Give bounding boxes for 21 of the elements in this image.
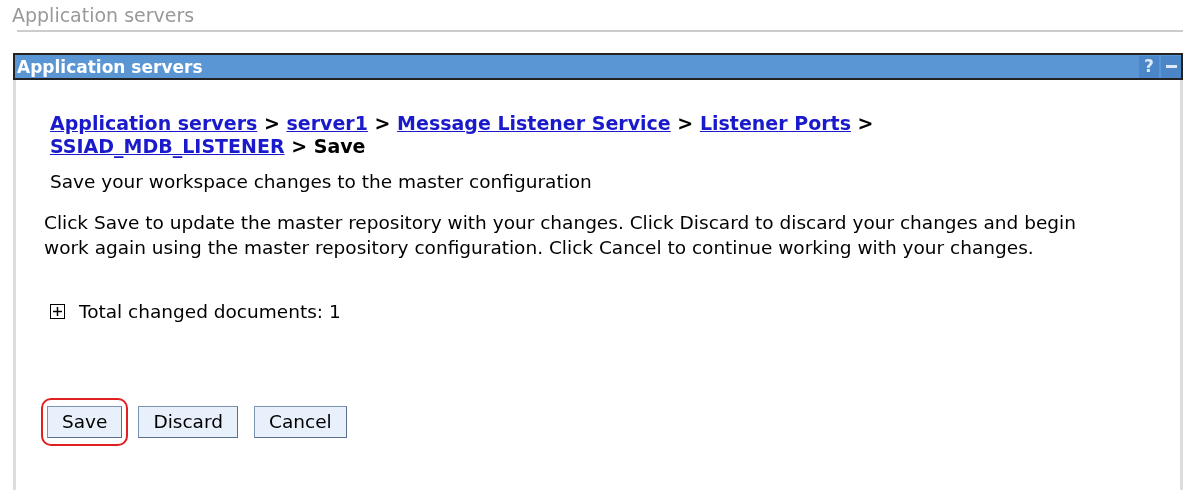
breadcrumb-separator: > <box>677 112 694 134</box>
action-button[interactable]: Discard <box>138 405 238 438</box>
breadcrumb-link[interactable]: Message Listener Service <box>397 112 671 134</box>
breadcrumb-link[interactable]: Listener Ports <box>699 112 851 134</box>
minimize-button[interactable] <box>1161 55 1181 78</box>
changed-documents-label: Total changed documents: 1 <box>79 300 341 324</box>
expand-icon[interactable] <box>50 304 65 320</box>
breadcrumb-link[interactable]: SSIAD_MDB_LISTENER <box>50 135 285 157</box>
page-title: Application servers <box>12 4 196 26</box>
breadcrumb-separator: > <box>291 135 308 157</box>
description: Click Save to update the master repository with your changes. Click Discard to discard your changes and begin work again using the master repository configuration. Click Cancel to continue working with your changes. <box>44 211 1077 260</box>
breadcrumb-link[interactable]: server1 <box>286 112 368 134</box>
breadcrumb-separator: > <box>263 112 280 134</box>
action-button[interactable]: Cancel <box>254 405 347 438</box>
subtitle: Save your workspace changes to the master configuration <box>50 170 593 194</box>
breadcrumb-link[interactable]: Application servers <box>50 112 258 134</box>
action-button[interactable]: Save <box>47 405 123 438</box>
breadcrumb-current: Save <box>313 135 366 157</box>
breadcrumb-separator: > <box>857 112 874 134</box>
breadcrumb-separator: > <box>374 112 391 134</box>
panel-title: Application servers <box>17 56 204 77</box>
